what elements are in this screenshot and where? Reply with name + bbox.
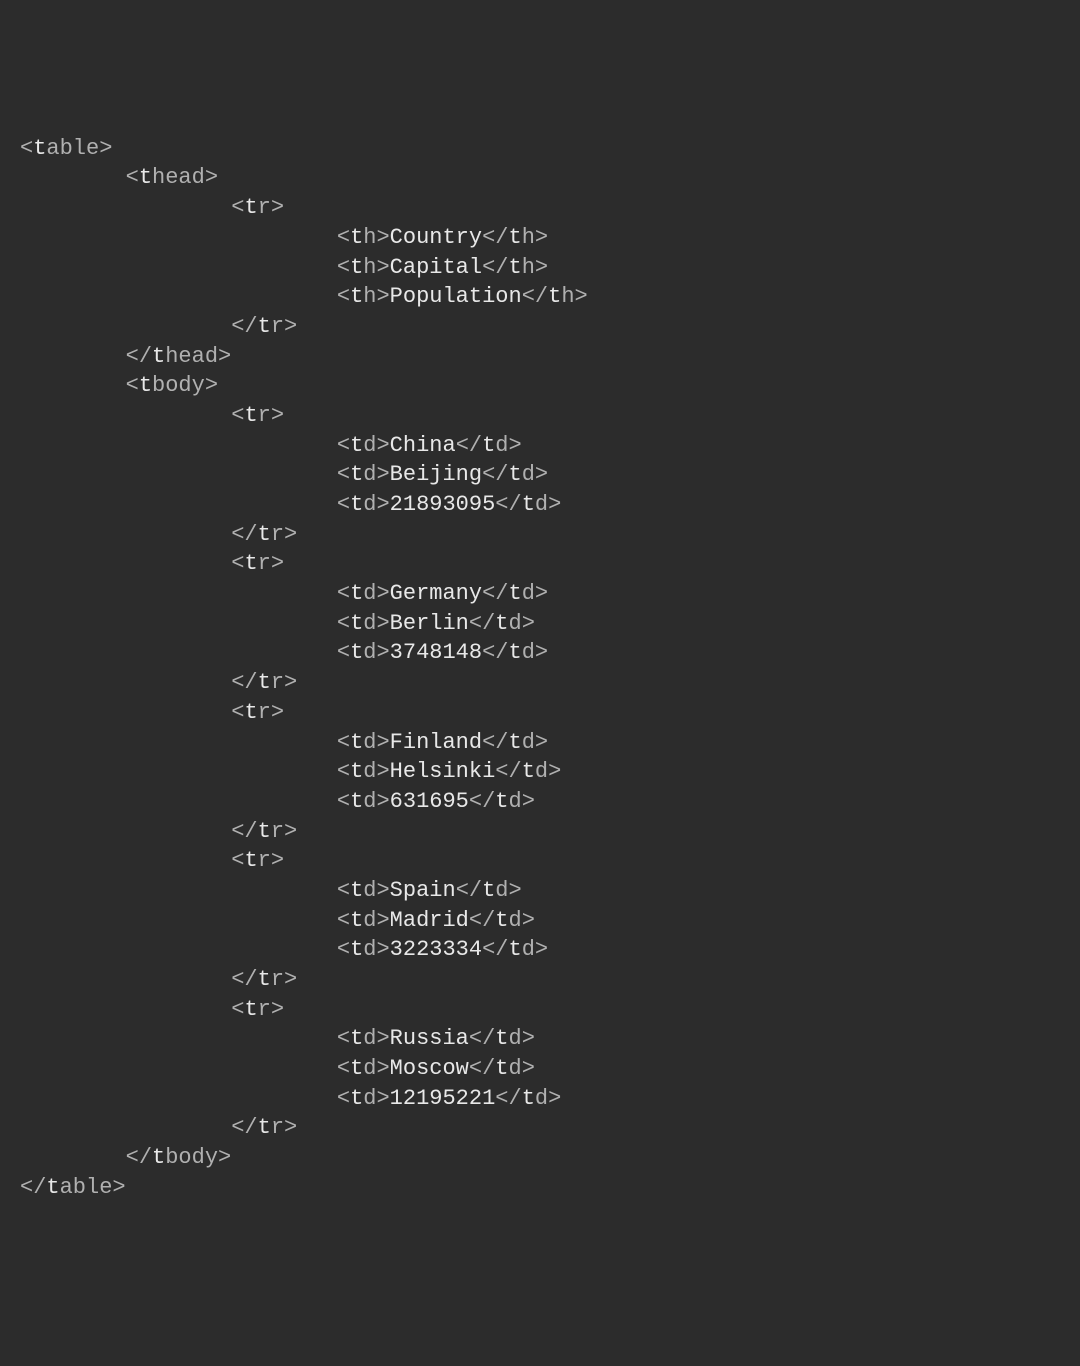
code-line: <td>Madrid</td>: [20, 906, 1060, 936]
code-line: <tr>: [20, 698, 1060, 728]
code-line: <td>3748148</td>: [20, 638, 1060, 668]
code-line: <td>12195221</td>: [20, 1084, 1060, 1114]
code-line: </tbody>: [20, 1143, 1060, 1173]
code-line: <tr>: [20, 401, 1060, 431]
code-line: </table>: [20, 1173, 1060, 1203]
code-line: <td>21893095</td>: [20, 490, 1060, 520]
code-block: <table> <thead> <tr> <th>Country</th> <t…: [20, 134, 1060, 1203]
code-line: </thead>: [20, 342, 1060, 372]
code-line: <td>China</td>: [20, 431, 1060, 461]
code-line: <td>Finland</td>: [20, 728, 1060, 758]
code-line: <tr>: [20, 193, 1060, 223]
code-line: <td>631695</td>: [20, 787, 1060, 817]
code-line: </tr>: [20, 668, 1060, 698]
code-line: <td>Helsinki</td>: [20, 757, 1060, 787]
code-line: <th>Country</th>: [20, 223, 1060, 253]
code-line: <thead>: [20, 163, 1060, 193]
code-line: <td>Russia</td>: [20, 1024, 1060, 1054]
code-line: </tr>: [20, 1113, 1060, 1143]
code-line: <td>Berlin</td>: [20, 609, 1060, 639]
code-line: </tr>: [20, 520, 1060, 550]
code-line: <td>Moscow</td>: [20, 1054, 1060, 1084]
code-line: <tr>: [20, 846, 1060, 876]
code-line: <td>3223334</td>: [20, 935, 1060, 965]
code-line: <th>Capital</th>: [20, 253, 1060, 283]
code-line: </tr>: [20, 817, 1060, 847]
code-line: <td>Spain</td>: [20, 876, 1060, 906]
code-line: </tr>: [20, 312, 1060, 342]
code-line: </tr>: [20, 965, 1060, 995]
code-line: <th>Population</th>: [20, 282, 1060, 312]
code-line: <tr>: [20, 995, 1060, 1025]
code-line: <td>Beijing</td>: [20, 460, 1060, 490]
code-line: <tbody>: [20, 371, 1060, 401]
code-line: <table>: [20, 134, 1060, 164]
code-line: <tr>: [20, 549, 1060, 579]
code-line: <td>Germany</td>: [20, 579, 1060, 609]
